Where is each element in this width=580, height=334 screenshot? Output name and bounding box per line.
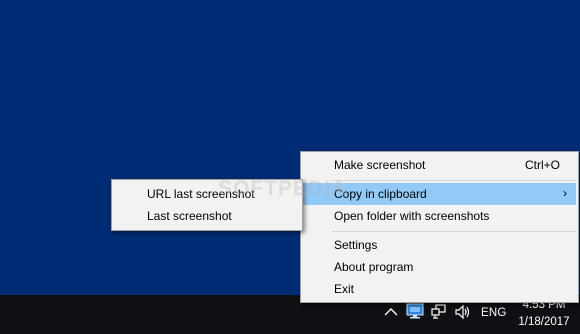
- menu-separator: [332, 180, 576, 181]
- tray-context-menu: Make screenshot Ctrl+O Copy in clipboard…: [300, 151, 579, 303]
- chevron-right-icon: ›: [563, 186, 567, 200]
- menu-item-label: Settings: [334, 238, 378, 252]
- menu-item-label: Make screenshot: [334, 158, 426, 172]
- submenu-item-last-screenshot[interactable]: Last screenshot: [114, 205, 300, 227]
- menu-item-make-screenshot[interactable]: Make screenshot Ctrl+O: [303, 154, 576, 176]
- menu-item-settings[interactable]: Settings: [303, 234, 576, 256]
- submenu-item-url-last-screenshot[interactable]: URL last screenshot: [114, 183, 300, 205]
- menu-item-copy-in-clipboard[interactable]: Copy in clipboard ›: [303, 183, 576, 205]
- menu-item-shortcut: Ctrl+O: [524, 158, 560, 172]
- menu-item-label: Open folder with screenshots: [334, 209, 490, 223]
- menu-item-exit[interactable]: Exit: [303, 278, 576, 300]
- menu-item-label: URL last screenshot: [147, 187, 255, 201]
- language-indicator[interactable]: ENG: [481, 307, 507, 319]
- network-icon[interactable]: [431, 304, 447, 323]
- menu-item-about-program[interactable]: About program: [303, 256, 576, 278]
- screenshot-app-icon[interactable]: [406, 303, 424, 322]
- menu-item-label: Copy in clipboard: [334, 187, 427, 201]
- menu-item-label: About program: [334, 260, 414, 274]
- menu-separator: [332, 231, 576, 232]
- chevron-up-icon[interactable]: [384, 306, 398, 320]
- volume-icon[interactable]: [454, 304, 472, 323]
- copy-in-clipboard-submenu: URL last screenshot Last screenshot: [111, 179, 303, 231]
- menu-item-open-folder[interactable]: Open folder with screenshots: [303, 205, 576, 227]
- menu-item-label: Exit: [334, 282, 355, 296]
- menu-item-label: Last screenshot: [147, 209, 232, 223]
- clock-date: 1/18/2017: [518, 316, 570, 328]
